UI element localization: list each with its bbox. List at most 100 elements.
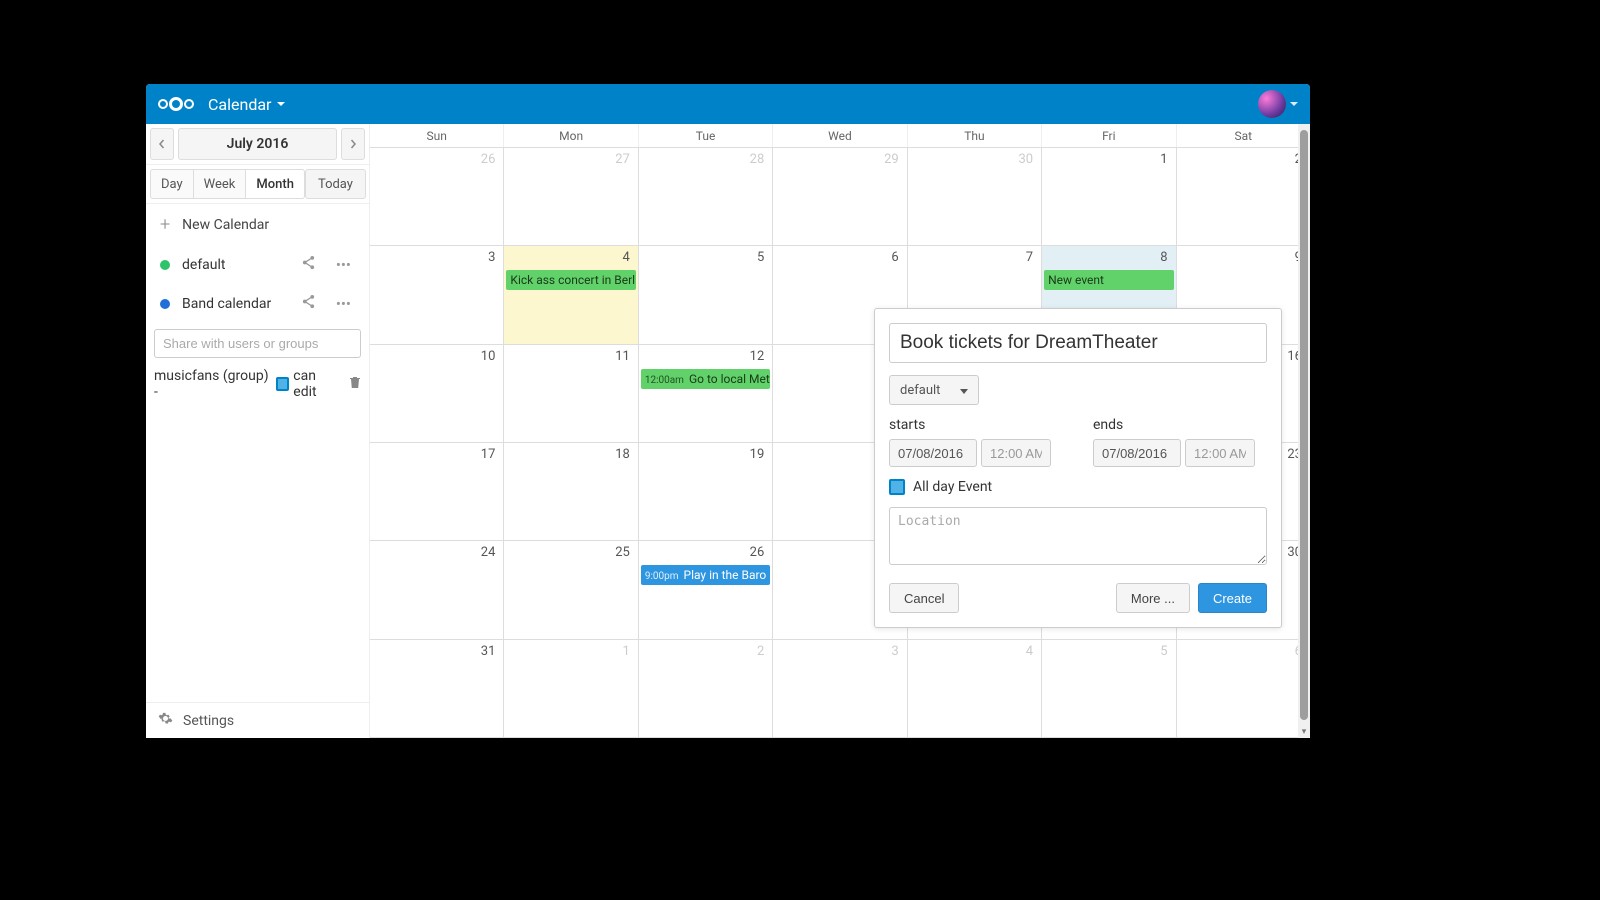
day-cell[interactable]: 1212:00am Go to local Met: [638, 345, 772, 442]
day-cell[interactable]: 2: [638, 640, 772, 737]
plus-icon: +: [160, 214, 170, 235]
day-cell[interactable]: 5: [638, 246, 772, 343]
day-cell[interactable]: 30: [907, 148, 1041, 245]
app-switcher[interactable]: Calendar: [208, 95, 285, 114]
calendar-name: Band calendar: [182, 296, 285, 312]
topbar: Calendar: [146, 84, 1310, 124]
modal-buttons: Cancel More ... Create: [889, 583, 1267, 613]
day-cell[interactable]: 6: [1176, 640, 1310, 737]
nextcloud-logo[interactable]: [158, 97, 194, 111]
day-cell[interactable]: 17: [370, 443, 503, 540]
event-calendar-select[interactable]: default: [889, 375, 979, 405]
day-cell[interactable]: 2: [1176, 148, 1310, 245]
event-chip[interactable]: 12:00am Go to local Met: [641, 369, 770, 389]
cancel-button[interactable]: Cancel: [889, 583, 959, 613]
gear-icon: [158, 711, 173, 730]
day-number: 10: [481, 349, 496, 364]
day-cell[interactable]: 5: [1041, 640, 1175, 737]
end-time-input[interactable]: [1185, 439, 1255, 467]
day-number: 1: [623, 644, 630, 659]
share-input[interactable]: [154, 329, 361, 358]
scrollbar[interactable]: ▾: [1298, 124, 1310, 738]
view-day-button[interactable]: Day: [150, 169, 194, 199]
day-cell[interactable]: 10: [370, 345, 503, 442]
day-number: 24: [481, 545, 496, 560]
event-calendar-value: default: [900, 383, 940, 398]
day-cell[interactable]: 28: [638, 148, 772, 245]
day-cell[interactable]: 4Kick ass concert in Berl: [503, 246, 637, 343]
share-entry-prefix: musicfans (group) -: [154, 368, 272, 400]
day-cell[interactable]: 31: [370, 640, 503, 737]
new-calendar-button[interactable]: + New Calendar: [146, 204, 369, 245]
share-calendar-button[interactable]: [297, 294, 320, 313]
today-button[interactable]: Today: [305, 169, 366, 199]
event-chip[interactable]: 9:00pm Play in the Baro: [641, 565, 770, 585]
next-month-button[interactable]: [341, 128, 365, 160]
settings-button[interactable]: Settings: [146, 702, 369, 738]
calendar-menu-button[interactable]: •••: [332, 295, 355, 313]
chevron-down-icon: [960, 383, 968, 398]
starts-label: starts: [889, 417, 1063, 433]
new-event-modal: default starts ends: [874, 308, 1282, 628]
day-number: 7: [1026, 250, 1033, 265]
event-chip[interactable]: New event: [1044, 270, 1173, 290]
allday-label: All day Event: [913, 479, 992, 495]
end-date-input[interactable]: [1093, 439, 1181, 467]
day-cell[interactable]: 11: [503, 345, 637, 442]
week-row: 26 27 28 29 3012: [370, 148, 1310, 246]
day-cell[interactable]: 18: [503, 443, 637, 540]
share-entry: musicfans (group) - can edit: [146, 364, 369, 404]
day-number: 25: [615, 545, 630, 560]
event-title: Play in the Baro: [684, 568, 767, 582]
location-input[interactable]: [889, 507, 1267, 565]
day-cell[interactable]: 25: [503, 541, 637, 638]
more-button[interactable]: More ...: [1116, 583, 1190, 613]
avatar[interactable]: [1258, 90, 1286, 118]
scroll-down-icon[interactable]: ▾: [1298, 726, 1310, 738]
day-cell[interactable]: 1: [1041, 148, 1175, 245]
allday-checkbox[interactable]: [889, 479, 905, 495]
day-cell[interactable]: 4: [907, 640, 1041, 737]
day-number: 11: [615, 349, 630, 364]
day-cell[interactable]: 3: [370, 246, 503, 343]
event-chip[interactable]: Kick ass concert in Berl: [506, 270, 635, 290]
chevron-right-icon: [348, 139, 358, 149]
new-calendar-label: New Calendar: [182, 217, 269, 233]
day-number: 4: [1026, 644, 1033, 659]
trash-icon[interactable]: [349, 376, 361, 393]
day-cell[interactable]: 26: [370, 148, 503, 245]
day-cell[interactable]: 24: [370, 541, 503, 638]
day-cell[interactable]: 27: [503, 148, 637, 245]
allday-row: All day Event: [889, 479, 1267, 495]
day-cell[interactable]: 3: [772, 640, 906, 737]
calendar-item[interactable]: Band calendar •••: [146, 284, 369, 323]
day-of-week-label: Thu: [907, 124, 1041, 147]
event-time: 12:00am: [645, 375, 684, 386]
day-cell[interactable]: 26 9:00pm Play in the Baro: [638, 541, 772, 638]
share-calendar-button[interactable]: [297, 255, 320, 274]
day-cell[interactable]: 1: [503, 640, 637, 737]
app-window: Calendar July 2016 Day Week Month: [146, 84, 1310, 738]
create-button[interactable]: Create: [1198, 583, 1267, 613]
can-edit-checkbox[interactable]: [276, 377, 290, 391]
day-cell[interactable]: 29: [772, 148, 906, 245]
view-month-button[interactable]: Month: [246, 169, 305, 199]
view-week-button[interactable]: Week: [194, 169, 247, 199]
calendar-item[interactable]: default•••: [146, 245, 369, 284]
calendar-menu-button[interactable]: •••: [332, 256, 355, 274]
day-cell[interactable]: 19: [638, 443, 772, 540]
chevron-down-icon: [277, 102, 285, 106]
day-number: 26: [750, 545, 765, 560]
start-time-input[interactable]: [981, 439, 1051, 467]
scroll-thumb[interactable]: [1300, 130, 1308, 720]
prev-month-button[interactable]: [150, 128, 174, 160]
day-number: 26: [481, 152, 496, 167]
start-date-input[interactable]: [889, 439, 977, 467]
event-title-input[interactable]: [889, 323, 1267, 363]
day-number: 29: [884, 152, 899, 167]
day-number: 28: [750, 152, 765, 167]
day-of-week-label: Wed: [772, 124, 906, 147]
month-label[interactable]: July 2016: [178, 128, 337, 160]
day-number: 3: [891, 644, 898, 659]
day-of-week-header: SunMonTueWedThuFriSat: [370, 124, 1310, 148]
